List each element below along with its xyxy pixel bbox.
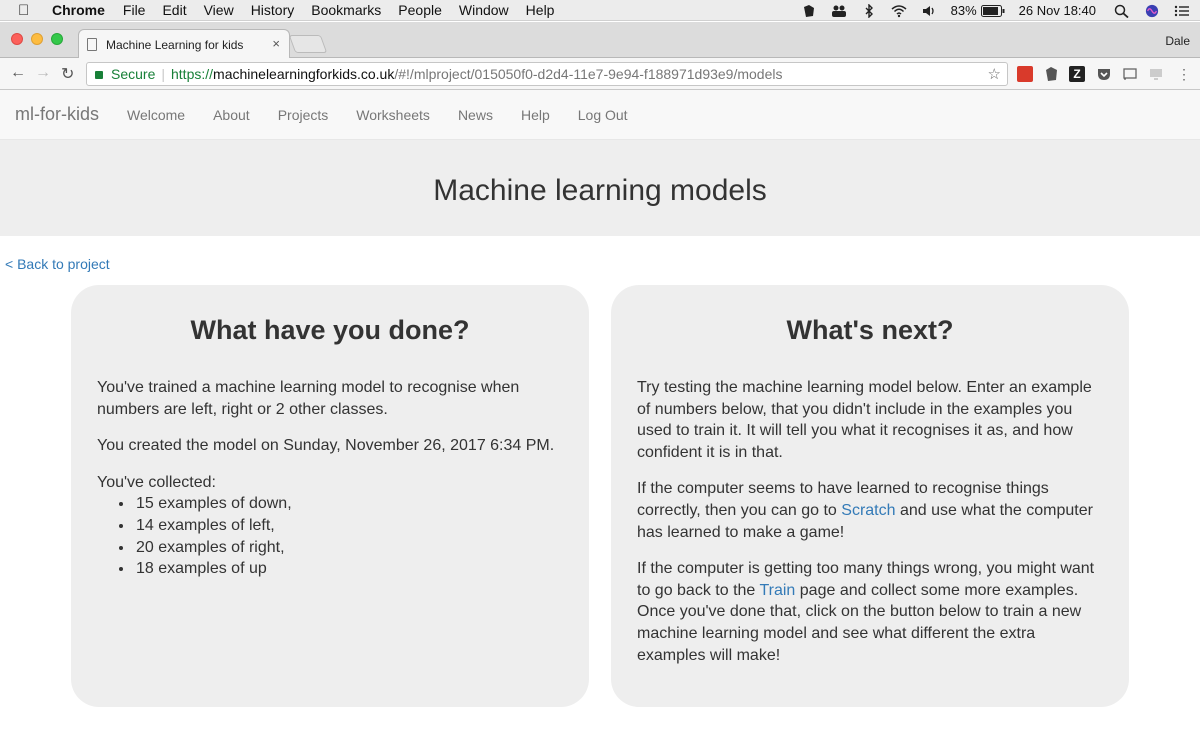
browser-toolbar: ← → ↻ Secure | https://machinelearningfo… <box>0 58 1200 90</box>
nav-projects[interactable]: Projects <box>278 107 329 123</box>
new-tab-button[interactable] <box>288 35 328 53</box>
url-path: /#!/mlproject/015050f0-d2d4-11e7-9e94-f1… <box>394 66 783 82</box>
tab-close-icon[interactable]: × <box>272 36 280 51</box>
list-item: 20 examples of right, <box>134 537 563 559</box>
battery-status[interactable]: 83% <box>951 3 1005 18</box>
extension-red-icon[interactable] <box>1017 66 1033 82</box>
site-navbar: ml-for-kids Welcome About Projects Works… <box>0 90 1200 140</box>
nav-welcome[interactable]: Welcome <box>127 107 185 123</box>
browser-tab-active[interactable]: Machine Learning for kids × <box>78 29 290 59</box>
menu-app-chrome[interactable]: Chrome <box>52 2 105 18</box>
done-heading: What have you done? <box>190 315 470 345</box>
nav-help[interactable]: Help <box>521 107 550 123</box>
wifi-icon[interactable] <box>891 4 907 18</box>
people-status-icon[interactable] <box>831 4 847 18</box>
list-item: 15 examples of down, <box>134 493 563 515</box>
chrome-menu-icon[interactable]: ⋮ <box>1176 66 1192 82</box>
examples-list: 15 examples of down, 14 examples of left… <box>134 493 563 579</box>
nav-worksheets[interactable]: Worksheets <box>356 107 430 123</box>
spotlight-search-icon[interactable] <box>1114 4 1130 18</box>
next-heading: What's next? <box>786 315 954 345</box>
menu-history[interactable]: History <box>251 2 295 18</box>
testing-instructions-text: Try testing the machine learning model b… <box>637 379 1092 461</box>
nav-log-out[interactable]: Log Out <box>578 107 628 123</box>
close-window-button[interactable] <box>11 33 23 45</box>
window-controls <box>11 33 63 45</box>
model-created-text: You created the model on Sunday, Novembe… <box>97 437 555 455</box>
battery-percent: 83% <box>950 3 977 18</box>
minimize-window-button[interactable] <box>31 33 43 45</box>
address-separator: | <box>161 66 165 82</box>
evernote-status-icon[interactable] <box>801 4 817 18</box>
whats-next-panel: What's next? Try testing the machine lea… <box>611 285 1129 707</box>
train-paragraph: If the computer is getting too many thin… <box>637 558 1103 666</box>
list-item: 18 examples of up <box>134 558 563 580</box>
pocket-extension-icon[interactable] <box>1096 66 1112 82</box>
back-to-project-link[interactable]: < Back to project <box>5 256 110 272</box>
nav-about[interactable]: About <box>213 107 250 123</box>
forward-arrow-icon[interactable]: → <box>35 64 51 82</box>
back-arrow-icon[interactable]: ← <box>10 64 26 82</box>
menu-people[interactable]: People <box>398 2 442 18</box>
bluetooth-icon[interactable] <box>861 3 877 18</box>
cast-icon[interactable] <box>1122 66 1138 82</box>
url-scheme: https:// <box>171 66 214 82</box>
nav-news[interactable]: News <box>458 107 493 123</box>
apple-menu-icon[interactable]:  <box>18 2 36 19</box>
reload-icon[interactable]: ↻ <box>61 64 74 84</box>
zotero-extension-icon[interactable]: Z <box>1069 66 1085 82</box>
menu-bookmarks[interactable]: Bookmarks <box>311 2 381 18</box>
menu-help[interactable]: Help <box>526 2 555 18</box>
extension-gray-icon[interactable] <box>1148 66 1164 82</box>
lock-icon <box>95 71 103 79</box>
address-bar[interactable]: Secure | https://machinelearningforkids.… <box>86 62 1008 86</box>
what-have-you-done-panel: What have you done? You've trained a mac… <box>71 285 589 707</box>
profile-name[interactable]: Dale <box>1165 34 1190 48</box>
bookmark-star-icon[interactable]: ☆ <box>988 65 1001 83</box>
collected-label: You've collected: <box>97 473 216 491</box>
evernote-extension-icon[interactable] <box>1043 66 1059 82</box>
menu-file[interactable]: File <box>123 2 146 18</box>
clock[interactable]: 26 Nov 18:40 <box>1019 3 1096 18</box>
page-title: Machine learning models <box>433 174 767 207</box>
fullscreen-window-button[interactable] <box>51 33 63 45</box>
page-header: Machine learning models <box>0 140 1200 236</box>
done-summary-text: You've trained a machine learning model … <box>97 379 520 418</box>
browser-tab-strip: Machine Learning for kids × Dale <box>0 22 1200 59</box>
macos-menu-bar:  Chrome File Edit View History Bookmark… <box>0 0 1200 21</box>
siri-icon[interactable] <box>1144 4 1160 18</box>
secure-label: Secure <box>111 66 156 82</box>
list-item: 14 examples of left, <box>134 515 563 537</box>
site-brand[interactable]: ml-for-kids <box>15 104 99 125</box>
battery-icon <box>980 4 1005 17</box>
scratch-link[interactable]: Scratch <box>841 502 895 519</box>
url-host: machinelearningforkids.co.uk <box>213 66 395 82</box>
tab-title: Machine Learning for kids <box>106 37 244 52</box>
train-link[interactable]: Train <box>759 582 795 599</box>
menu-view[interactable]: View <box>204 2 234 18</box>
page-icon <box>87 38 97 51</box>
menu-edit[interactable]: Edit <box>162 2 186 18</box>
menu-window[interactable]: Window <box>459 2 509 18</box>
volume-icon[interactable] <box>921 4 937 18</box>
scratch-paragraph: If the computer seems to have learned to… <box>637 478 1103 543</box>
notification-center-icon[interactable] <box>1174 4 1190 18</box>
